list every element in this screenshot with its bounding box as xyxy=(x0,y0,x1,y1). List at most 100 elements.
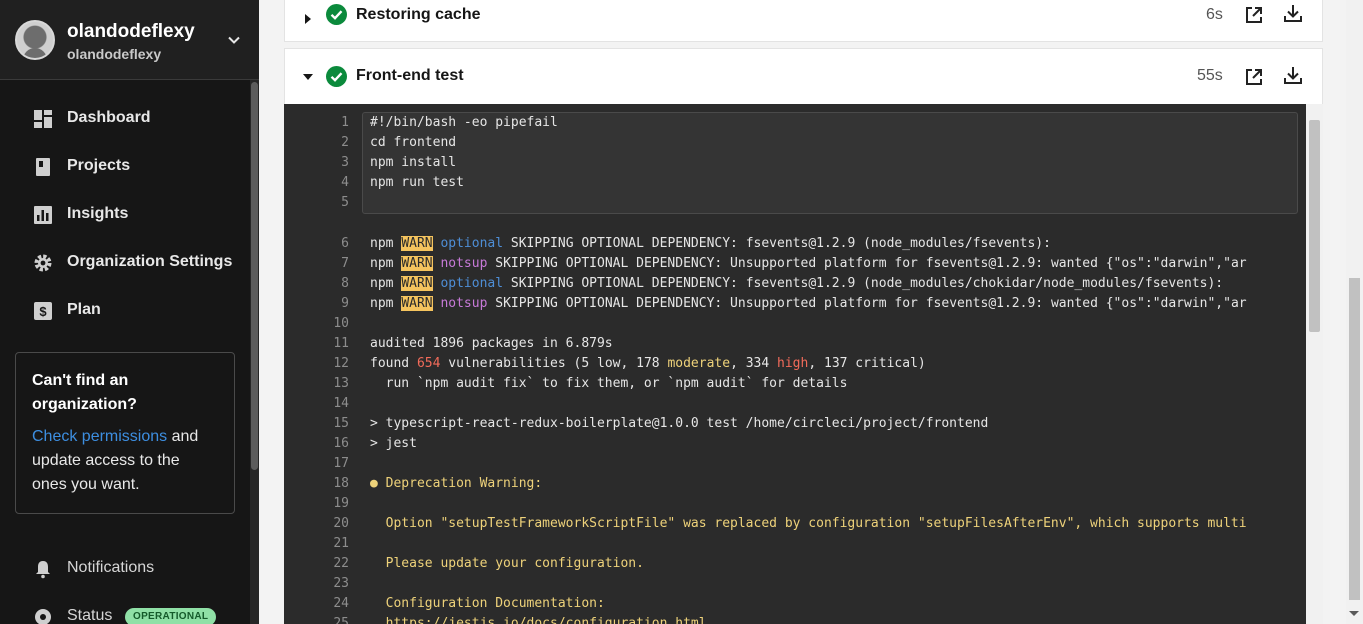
log-line: 17 xyxy=(284,454,1304,474)
log-text: found 654 vulnerabilities (5 low, 178 mo… xyxy=(370,356,926,371)
step-restoring-cache[interactable]: Restoring cache 6s xyxy=(284,0,1323,42)
line-number: 5 xyxy=(341,195,349,210)
log-line: 6 npm WARN optional SKIPPING OPTIONAL DEP… xyxy=(284,234,1304,254)
sidebar-item-label: Dashboard xyxy=(67,109,151,126)
sidebar-item-organization-settings[interactable]: Organization Settings xyxy=(0,243,250,283)
line-number: 6 xyxy=(341,236,349,251)
step-duration: 55s xyxy=(1197,67,1223,84)
svg-text:$: $ xyxy=(39,304,47,319)
log-line: 25 https://jestjs.io/docs/configuration.… xyxy=(284,614,1304,624)
status-icon xyxy=(35,609,51,624)
dollar-icon: $ xyxy=(34,302,52,320)
log-line: 3 npm install xyxy=(284,153,1304,173)
log-text: npm WARN optional SKIPPING OPTIONAL DEPE… xyxy=(370,236,1051,251)
log-line: 4 npm run test xyxy=(284,173,1304,193)
line-number: 20 xyxy=(333,516,349,531)
open-external-icon[interactable] xyxy=(1244,67,1264,87)
log-line: 18 ● Deprecation Warning: xyxy=(284,474,1304,494)
sidebar-item-insights[interactable]: Insights xyxy=(0,195,250,235)
log-line: 15 > typescript-react-redux-boilerplate@1… xyxy=(284,414,1304,434)
line-number: 12 xyxy=(333,356,349,371)
dashboard-icon xyxy=(34,110,52,128)
success-check-icon xyxy=(326,66,347,87)
user-switcher[interactable]: olandodeflexy olandodeflexy xyxy=(0,0,259,80)
sidebar-item-label: Organization Settings xyxy=(67,253,233,270)
sidebar-item-plan[interactable]: $ Plan xyxy=(0,291,250,331)
line-number: 11 xyxy=(333,336,349,351)
sidebar-item-label: Insights xyxy=(67,205,129,222)
check-permissions-link[interactable]: Check permissions xyxy=(32,428,167,445)
line-number: 10 xyxy=(333,316,349,331)
sidebar-item-notifications[interactable]: Notifications xyxy=(0,549,250,589)
line-number: 19 xyxy=(333,496,349,511)
line-number: 4 xyxy=(341,175,349,190)
log-text: npm WARN notsup SKIPPING OPTIONAL DEPEND… xyxy=(370,256,1247,271)
caret-down-icon[interactable] xyxy=(303,74,313,80)
line-number: 23 xyxy=(333,576,349,591)
sidebar-scrollbar-thumb[interactable] xyxy=(251,82,258,470)
log-text: npm WARN optional SKIPPING OPTIONAL DEPE… xyxy=(370,276,1224,291)
sidebar-item-status[interactable]: Status OPERATIONAL xyxy=(0,597,250,624)
line-number: 3 xyxy=(341,155,349,170)
sidebar-item-label: Projects xyxy=(67,157,131,174)
log-line: 11 audited 1896 packages in 6.879s xyxy=(284,334,1304,354)
line-number: 14 xyxy=(333,396,349,411)
log-line: 19 xyxy=(284,494,1304,514)
log-line: 5 xyxy=(284,193,1304,213)
log-line: 24 Configuration Documentation: xyxy=(284,594,1304,614)
line-number: 16 xyxy=(333,436,349,451)
log-text: > typescript-react-redux-boilerplate@1.0… xyxy=(370,416,989,431)
log-text: cd frontend xyxy=(370,135,457,150)
log-line: 7 npm WARN notsup SKIPPING OPTIONAL DEPEN… xyxy=(284,254,1304,274)
chevron-down-icon[interactable] xyxy=(227,33,241,47)
download-icon[interactable] xyxy=(1283,65,1303,85)
line-number: 7 xyxy=(341,256,349,271)
open-external-icon[interactable] xyxy=(1244,5,1264,25)
log-text: Please update your configuration. xyxy=(370,556,644,571)
log-text: ● Deprecation Warning: xyxy=(370,476,543,491)
terminal-scrollbar-thumb[interactable] xyxy=(1309,120,1320,332)
sidebar-item-label: Plan xyxy=(67,301,101,318)
org-help-title: Can't find an organization? xyxy=(32,372,137,413)
status-badge: OPERATIONAL xyxy=(125,608,217,624)
step-title: Front-end test xyxy=(356,67,464,84)
org-help-card: Can't find an organization? Check permis… xyxy=(15,352,235,514)
sidebar: olandodeflexy olandodeflexy Dashboard Pr… xyxy=(0,0,259,624)
log-text: https://jestjs.io/docs/configuration.htm… xyxy=(370,616,707,624)
download-icon[interactable] xyxy=(1283,3,1303,23)
sidebar-item-projects[interactable]: Projects xyxy=(0,147,250,187)
step-duration: 6s xyxy=(1206,6,1223,23)
log-line: 21 xyxy=(284,534,1304,554)
line-number: 2 xyxy=(341,135,349,150)
user-handle: olandodeflexy xyxy=(67,46,162,62)
step-title: Restoring cache xyxy=(356,6,481,23)
log-line: 1 #!/bin/bash -eo pipefail xyxy=(284,113,1304,133)
log-line: 14 xyxy=(284,394,1304,414)
sidebar-item-dashboard[interactable]: Dashboard xyxy=(0,99,250,139)
line-number: 22 xyxy=(333,556,349,571)
caret-right-icon[interactable] xyxy=(305,14,311,24)
page-scrollbar-thumb[interactable] xyxy=(1349,278,1360,600)
line-number: 9 xyxy=(341,296,349,311)
log-line: 22 Please update your configuration. xyxy=(284,554,1304,574)
gear-icon xyxy=(34,254,52,272)
insights-icon xyxy=(34,206,52,224)
log-text: Option "setupTestFrameworkScriptFile" wa… xyxy=(370,516,1247,531)
line-number: 8 xyxy=(341,276,349,291)
line-number: 21 xyxy=(333,536,349,551)
step-front-end-test[interactable]: Front-end test 55s xyxy=(284,48,1323,105)
log-line: 10 xyxy=(284,314,1304,334)
main-content: Restoring cache 6s Front-end test 55s 1 #… xyxy=(259,0,1363,624)
log-text: npm run test xyxy=(370,175,464,190)
step-output-terminal[interactable]: 1 #!/bin/bash -eo pipefail 2 cd frontend 3 np… xyxy=(284,104,1323,624)
bell-icon xyxy=(36,561,50,579)
log-text: #!/bin/bash -eo pipefail xyxy=(370,115,558,130)
log-line: 13 run `npm audit fix` to fix them, or `… xyxy=(284,374,1304,394)
line-number: 18 xyxy=(333,476,349,491)
scroll-down-arrow-icon[interactable] xyxy=(1349,611,1359,616)
log-line: 16 > jest xyxy=(284,434,1304,454)
projects-icon xyxy=(36,158,50,176)
log-line: 2 cd frontend xyxy=(284,133,1304,153)
log-text: > jest xyxy=(370,436,417,451)
log-text: npm WARN notsup SKIPPING OPTIONAL DEPEND… xyxy=(370,296,1247,311)
